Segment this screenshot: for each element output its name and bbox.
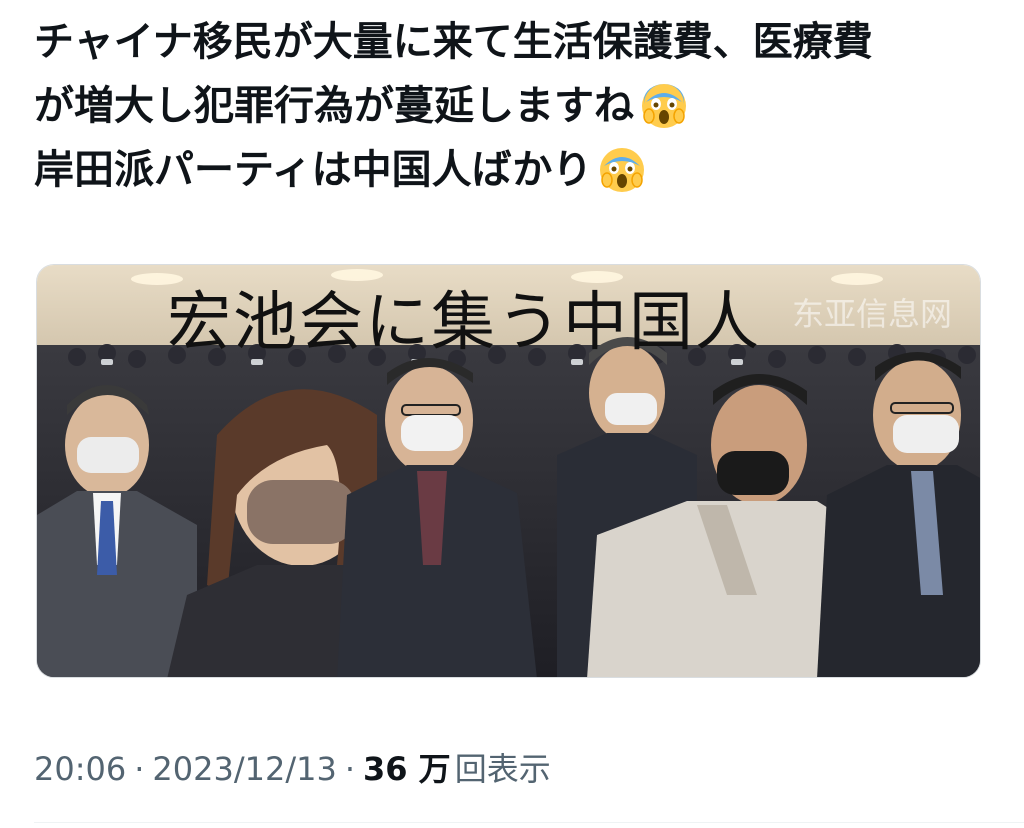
face-screaming-in-fear-icon — [640, 82, 688, 130]
media-watermark: 东亚信息网 — [792, 295, 953, 333]
tweet-text: チャイナ移民が大量に来て生活保護費、医療費 が増大し犯罪行為が蔓延しますね 岸田… — [34, 10, 994, 202]
tweet-media-photo[interactable]: 宏池会に集う中国人 东亚信息网 — [36, 264, 981, 678]
tweet-line-text: チャイナ移民が大量に来て生活保護費、医療費 — [34, 19, 873, 65]
meta-separator: · — [344, 750, 355, 788]
meta-separator: · — [134, 750, 145, 788]
tweet-meta: 20:06 · 2023/12/13 · 36 万 回表示 — [34, 744, 551, 790]
tweet-line-text: 岸田派パーティは中国人ばかり — [34, 147, 593, 193]
tweet-line: が増大し犯罪行為が蔓延しますね — [34, 74, 994, 138]
views-count: 36 万 — [363, 750, 451, 788]
media-caption: 宏池会に集う中国人 — [167, 286, 761, 360]
tweet-time[interactable]: 20:06 — [34, 750, 126, 788]
tweet-line: 岸田派パーティは中国人ばかり — [34, 138, 994, 202]
face-screaming-in-fear-icon — [598, 146, 646, 194]
tweet-line: チャイナ移民が大量に来て生活保護費、医療費 — [34, 10, 994, 74]
tweet-line-text: が増大し犯罪行為が蔓延しますね — [34, 83, 634, 129]
tweet-date[interactable]: 2023/12/13 — [152, 750, 336, 788]
divider — [34, 822, 1024, 823]
views-label: 回表示 — [454, 750, 551, 788]
